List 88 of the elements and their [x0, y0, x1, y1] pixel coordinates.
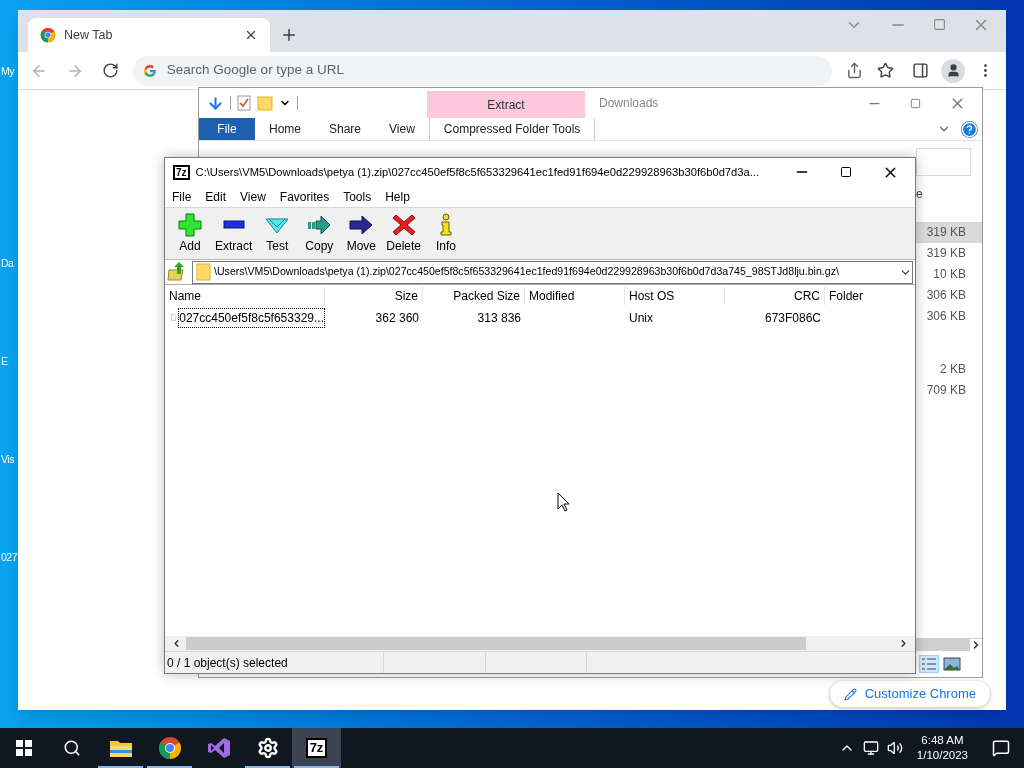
column-header[interactable]: Packed Size: [423, 287, 525, 305]
side-panel-icon[interactable]: [912, 62, 930, 79]
menu-item[interactable]: Edit: [205, 187, 227, 206]
scroll-right-icon[interactable]: [898, 638, 909, 649]
scrollbar-thumb[interactable]: [186, 637, 806, 650]
ribbon-tab[interactable]: File: [199, 118, 255, 140]
toolbar-button[interactable]: Delete: [384, 212, 424, 255]
column-header[interactable]: Modified: [525, 287, 625, 305]
address-bar[interactable]: Search Google or type a URL: [132, 55, 833, 86]
menu-item[interactable]: Favorites: [279, 187, 330, 206]
column-header[interactable]: e: [916, 185, 982, 203]
chrome-icon: [157, 736, 182, 760]
gear-icon: [256, 737, 279, 759]
ribbon-tab[interactable]: Compressed Folder Tools: [428, 118, 596, 140]
column-header[interactable]: Host OS: [625, 287, 725, 305]
desktop-icon-label: My: [1, 64, 14, 79]
search-field[interactable]: [916, 148, 971, 176]
file-name[interactable]: 027cc450ef5f8c5f653329...: [178, 307, 325, 328]
file-size[interactable]: 319 KB: [916, 243, 982, 264]
search-icon: [63, 739, 81, 757]
maximize-icon[interactable]: [840, 166, 852, 178]
mouse-cursor-icon: [557, 492, 570, 512]
menu-item[interactable]: File: [172, 187, 192, 206]
customize-chrome-button[interactable]: Customize Chrome: [829, 681, 990, 707]
profile-icon[interactable]: [941, 58, 966, 83]
notifications-icon[interactable]: [992, 739, 1010, 757]
google-icon: [142, 63, 157, 78]
reload-icon[interactable]: [101, 62, 119, 79]
bookmark-star-icon[interactable]: [877, 62, 895, 79]
archive-logo: 7z: [305, 738, 328, 758]
app-logo: 7z: [173, 164, 190, 180]
file-size[interactable]: 319 KB: [916, 222, 982, 243]
folder-icon: [108, 738, 133, 758]
arrow-icon: [349, 212, 374, 237]
table-cell-text: 313 836: [476, 309, 522, 327]
path-combobox[interactable]: \Users\VM5\Downloads\petya (1).zip\027cc450ef5f8c5f653329641ec1fed91f694e0d229928963b30f6b0d7d3a745_98STJd8lju.bin.gz\: [192, 260, 913, 284]
file-size[interactable]: 306 KB: [916, 285, 982, 306]
menu-item[interactable]: Help: [385, 187, 410, 206]
help-icon[interactable]: [961, 120, 978, 138]
pencil-icon: [843, 687, 857, 701]
ribbon-tab[interactable]: Home: [255, 118, 315, 140]
scroll-right-icon[interactable]: [970, 638, 982, 651]
download-icon[interactable]: [207, 94, 224, 112]
cross-icon: [391, 212, 416, 237]
toolbar-button[interactable]: Move: [342, 212, 381, 255]
column-header[interactable]: Size: [325, 287, 423, 305]
windows-icon: [16, 740, 32, 756]
table-cell-text: Unix: [628, 309, 654, 327]
close-icon[interactable]: [244, 28, 258, 42]
table-cell-text: 362 360: [374, 309, 420, 327]
file-size[interactable]: 2 KB: [916, 359, 982, 380]
menu-item[interactable]: View: [240, 187, 266, 206]
status-text: 0 / 1 object(s) selected: [165, 652, 384, 673]
menu-item[interactable]: Tools: [343, 187, 372, 206]
share-icon[interactable]: [846, 62, 864, 79]
chrome-icon: [40, 27, 56, 43]
ribbon-tab[interactable]: Share: [315, 118, 376, 140]
plus-icon: [178, 212, 202, 237]
network-icon[interactable]: [862, 740, 879, 756]
browser-tab[interactable]: New Tab: [28, 18, 270, 52]
clock[interactable]: 6:48 AM 1/10/2023: [910, 733, 974, 763]
folder-icon: [196, 263, 211, 281]
volume-icon[interactable]: [886, 740, 903, 756]
desktop-icon-label: Vis: [1, 452, 14, 467]
toolbar-button[interactable]: Extract: [213, 212, 255, 255]
toolbar-button[interactable]: Copy: [300, 212, 339, 255]
table-cell-text: 673F086C: [763, 309, 822, 327]
column-header[interactable]: Folder: [825, 287, 915, 305]
window-title: C:\Users\VM5\Downloads\petya (1).zip\027cc450ef5f8c5f653329641ec1fed91f694e0d229928963b30f6b0d7d3a...: [195, 164, 760, 180]
window-title: Downloads: [599, 95, 659, 112]
column-header[interactable]: CRC: [725, 287, 825, 305]
toolbar-button[interactable]: Info: [427, 212, 466, 255]
desktop-icon-label: 027: [1, 550, 18, 565]
file-size[interactable]: 306 KB: [916, 306, 982, 327]
ribbon-tab[interactable]: View: [375, 118, 429, 140]
infinity-icon: [206, 736, 231, 760]
column-header[interactable]: Name: [165, 287, 325, 305]
new-tab-icon[interactable]: [280, 26, 298, 44]
toolbar-button[interactable]: Test: [258, 212, 297, 255]
extract-context-tab[interactable]: Extract: [427, 91, 585, 118]
taskbar-app[interactable]: 7z: [292, 728, 341, 768]
desktop-icon-label: E: [1, 354, 8, 369]
large-icons-view-icon[interactable]: [943, 657, 961, 671]
desktop-icon-label: Da: [1, 256, 14, 271]
file-size[interactable]: 10 KB: [916, 264, 982, 285]
properties-icon[interactable]: [237, 95, 251, 111]
toolbar-button[interactable]: Add: [171, 212, 209, 255]
file-size[interactable]: 709 KB: [916, 380, 982, 401]
